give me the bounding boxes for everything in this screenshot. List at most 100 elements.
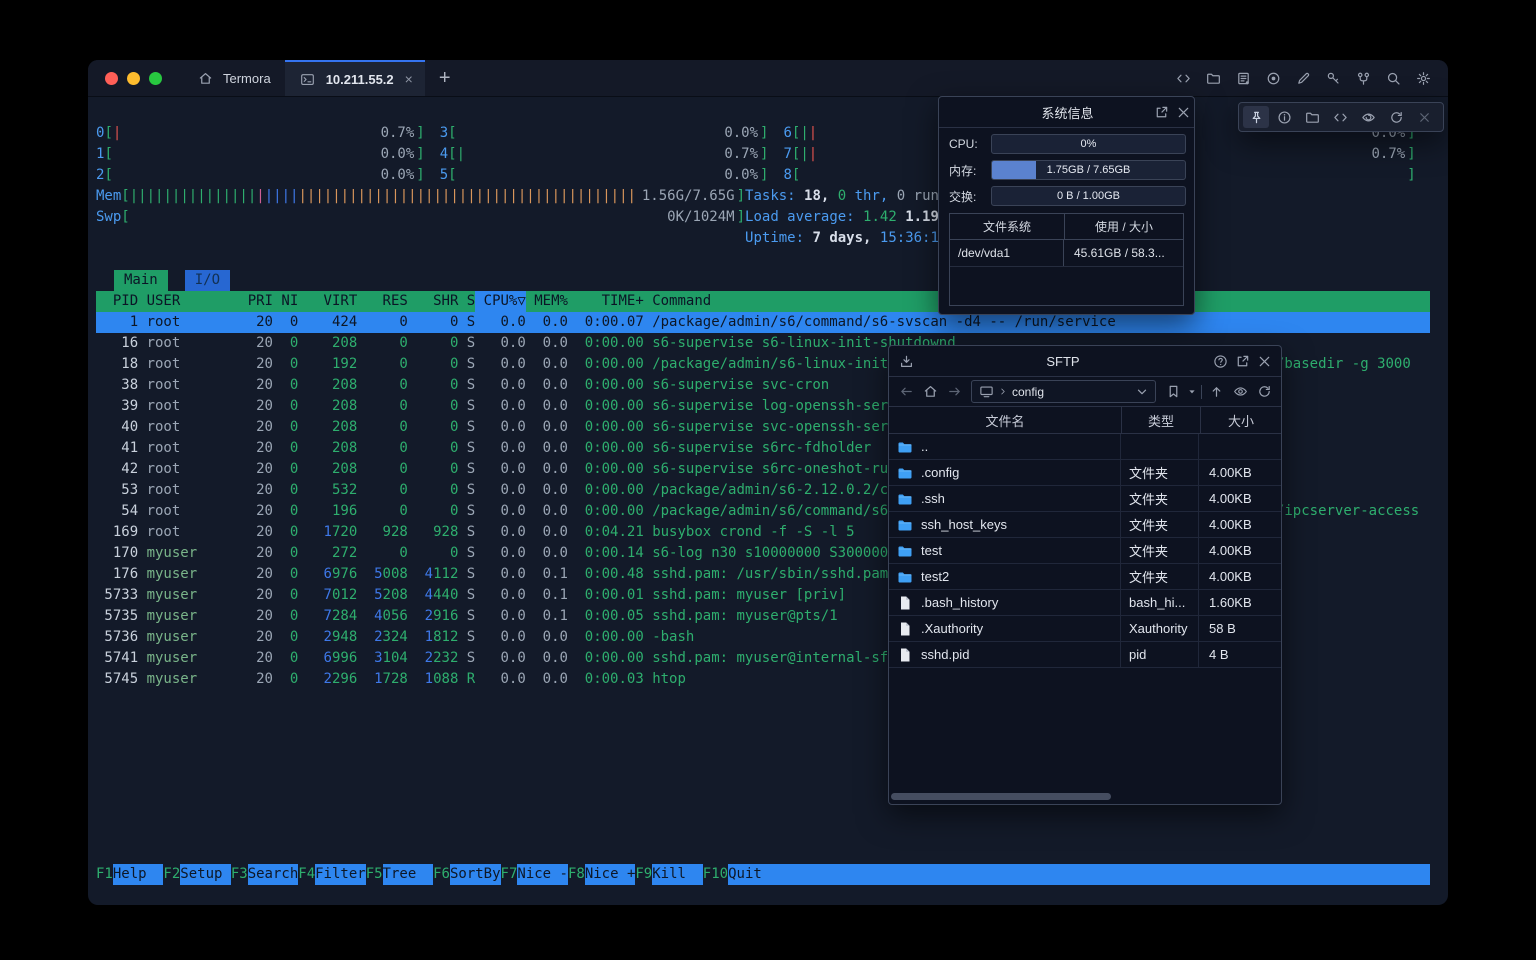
uptime-line: Swp[] Uptime: 7 days, 15:36:12 — [96, 228, 1430, 249]
help-icon[interactable] — [1209, 350, 1231, 372]
open-in-window-icon[interactable] — [1231, 350, 1253, 372]
code-icon[interactable] — [1327, 106, 1353, 128]
refresh-icon[interactable] — [1253, 381, 1275, 403]
file-row-test2[interactable]: test2文件夹4.00KB — [889, 564, 1281, 590]
zoom-window-button[interactable] — [149, 72, 162, 85]
nvidia-icon[interactable] — [1355, 106, 1381, 128]
settings-icon[interactable] — [1412, 67, 1434, 89]
file-row-.ssh[interactable]: .ssh文件夹4.00KB — [889, 486, 1281, 512]
process-table-header[interactable]: PIDUSERPRINIVIRTRESSHRSCPU%▽MEM%TIME+Com… — [96, 291, 1430, 312]
show-hidden-icon[interactable] — [1229, 381, 1251, 403]
file-row-.config[interactable]: .config文件夹4.00KB — [889, 460, 1281, 486]
cpu-meter-row: 1[0.0%]4[|0.7%]7[||0.7%] — [96, 144, 1430, 165]
cpu-meter-4: 4[|0.7%] — [440, 144, 769, 165]
fn-filter-button[interactable]: Filter — [315, 864, 366, 885]
col-type[interactable]: 类型 — [1122, 407, 1201, 433]
folder-icon[interactable] — [1202, 67, 1224, 89]
fn-sortby-button[interactable]: SortBy — [450, 864, 501, 885]
fnkey-F10: F10 — [703, 864, 728, 885]
fn-nice+-button[interactable]: Nice + — [585, 864, 636, 885]
pin-icon[interactable] — [1243, 106, 1269, 128]
file-size: 4.00KB — [1199, 491, 1281, 506]
close-icon[interactable] — [1253, 350, 1275, 372]
cpu-meter-1: 1[0.0%] — [96, 144, 425, 165]
col-filename[interactable]: 文件名 — [889, 407, 1122, 433]
file-size: 4.00KB — [1199, 465, 1281, 480]
sysinfo-label: 内存: — [949, 162, 983, 179]
file-type: Xauthority — [1121, 616, 1199, 641]
filesystem-row[interactable]: /dev/vda145.61GB / 58.3... — [950, 240, 1183, 267]
close-icon[interactable] — [1172, 101, 1194, 123]
fnkey-F7: F7 — [501, 864, 518, 885]
file-size: 4.00KB — [1199, 543, 1281, 558]
sftp-table-header[interactable]: 文件名 类型 大小 — [889, 406, 1281, 434]
sftp-panel: SFTP config 文件名 类型 大小 — [888, 345, 1282, 805]
file-icon — [897, 595, 913, 611]
record-icon[interactable] — [1262, 67, 1284, 89]
fn-quit-button[interactable]: Quit — [728, 864, 779, 885]
cpu-meter-5: 5[0.0%] — [440, 165, 769, 186]
filesystem-table: 文件系统 使用 / 大小 /dev/vda145.61GB / 58.3... — [949, 213, 1184, 306]
close-icon[interactable] — [1411, 106, 1437, 128]
sysinfo-label: 交换: — [949, 188, 983, 205]
open-in-window-icon[interactable] — [1150, 101, 1172, 123]
refresh-icon[interactable] — [1383, 106, 1409, 128]
cpu-meter-2: 2[0.0%] — [96, 165, 425, 186]
bookmark-icon[interactable] — [1162, 381, 1184, 403]
sysinfo-row: 交换:0 B / 1.00GB — [949, 186, 1186, 206]
tab-close-icon[interactable]: × — [405, 71, 413, 87]
tab-main[interactable]: Main — [114, 270, 168, 291]
home-tab[interactable]: Termora — [180, 60, 285, 96]
sysinfo-progressbar: 0% — [991, 134, 1186, 154]
file-name: .ssh — [921, 491, 945, 506]
fn-kill-button[interactable]: Kill — [652, 864, 703, 885]
file-icon — [897, 621, 913, 637]
fn-nice--button[interactable]: Nice - — [517, 864, 568, 885]
folder-icon — [897, 439, 913, 455]
fn-help-button[interactable]: Help — [113, 864, 164, 885]
close-window-button[interactable] — [105, 72, 118, 85]
file-row-.Xauthority[interactable]: .XauthorityXauthority58 B — [889, 616, 1281, 642]
file-row-ssh_host_keys[interactable]: ssh_host_keys文件夹4.00KB — [889, 512, 1281, 538]
new-tab-button[interactable]: + — [425, 67, 465, 90]
file-icon — [897, 647, 913, 663]
sysinfo-row: 内存:1.75GB / 7.65GB — [949, 160, 1186, 180]
key-icon[interactable] — [1322, 67, 1344, 89]
bookmark-caret-icon[interactable] — [1186, 381, 1198, 403]
tab-io[interactable]: I/O — [185, 270, 230, 291]
col-size[interactable]: 大小 — [1201, 411, 1281, 430]
upload-icon[interactable] — [1205, 381, 1227, 403]
forward-icon[interactable] — [943, 381, 965, 403]
home-icon[interactable] — [919, 381, 941, 403]
horizontal-scrollbar[interactable] — [891, 793, 1111, 800]
path-combobox[interactable]: config — [971, 380, 1156, 403]
process-row-1[interactable]: 1root20042400S0.00.00:00.07/package/admi… — [96, 312, 1430, 333]
file-row-.bash_history[interactable]: .bash_historybash_hi...1.60KB — [889, 590, 1281, 616]
fnkey-F2: F2 — [163, 864, 180, 885]
session-tab[interactable]: 10.211.55.2 × — [285, 60, 425, 96]
edit-icon[interactable] — [1292, 67, 1314, 89]
folder-icon[interactable] — [1299, 106, 1325, 128]
file-size: 4 B — [1199, 647, 1281, 662]
code-icon[interactable] — [1172, 67, 1194, 89]
folder-icon — [897, 543, 913, 559]
chevron-down-icon[interactable] — [1135, 381, 1149, 403]
keychain-icon[interactable] — [1352, 67, 1374, 89]
file-name: ssh_host_keys — [921, 517, 1007, 532]
file-size: 1.60KB — [1199, 595, 1281, 610]
info-icon[interactable] — [1271, 106, 1297, 128]
file-row-sshd.pid[interactable]: sshd.pidpid4 B — [889, 642, 1281, 668]
fn-tree-button[interactable]: Tree — [383, 864, 434, 885]
fn-setup-button[interactable]: Setup — [180, 864, 231, 885]
file-row-..[interactable]: .. — [889, 434, 1281, 460]
swap-meter: Swp[0K/1024M] — [96, 207, 745, 228]
minimize-window-button[interactable] — [127, 72, 140, 85]
back-icon[interactable] — [895, 381, 917, 403]
log-icon[interactable] — [1232, 67, 1254, 89]
file-row-test[interactable]: test文件夹4.00KB — [889, 538, 1281, 564]
search-icon[interactable] — [1382, 67, 1404, 89]
fn-search-button[interactable]: Search — [248, 864, 299, 885]
file-size: 58 B — [1199, 621, 1281, 636]
download-icon[interactable] — [895, 350, 917, 372]
file-type: 文件夹 — [1121, 460, 1199, 485]
